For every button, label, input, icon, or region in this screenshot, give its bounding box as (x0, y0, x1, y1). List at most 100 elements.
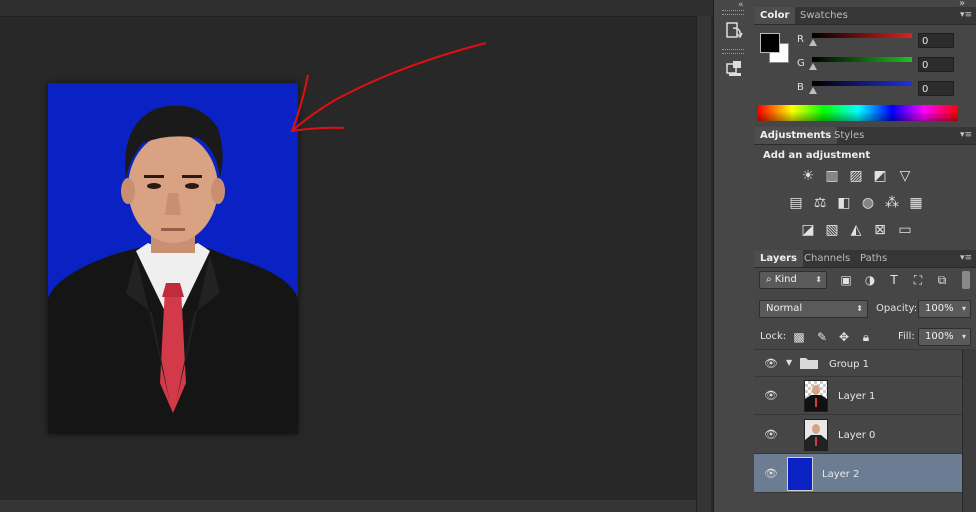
collapse-icon[interactable]: « (738, 0, 744, 10)
lock-image-icon[interactable]: ✎ (813, 329, 831, 345)
smart-object-filter-icon[interactable]: ⧉ (933, 272, 951, 288)
layer-thumbnail (804, 419, 828, 451)
visibility-eye-icon[interactable]: 👁︎ (764, 389, 778, 402)
green-slider-thumb[interactable] (809, 63, 817, 70)
panel-menu-icon[interactable]: ▾≡ (960, 130, 972, 140)
red-label: R (797, 34, 804, 45)
pixel-filter-icon[interactable]: ▣ (837, 272, 855, 288)
green-value-input[interactable]: 0 (918, 57, 954, 72)
blue-label: B (797, 82, 804, 93)
right-panels: » Color Swatches ▾≡ R 0 G 0 B 0 Adjustme… (754, 0, 976, 512)
chevron-updown-icon: ⬍ (815, 275, 822, 284)
layer-row-group-1[interactable]: 👁︎ ▼ Group 1 (754, 349, 962, 377)
curves-icon[interactable]: ▨ (847, 168, 865, 184)
layer-name[interactable]: Group 1 (829, 359, 869, 370)
horizontal-scrollbar[interactable] (0, 500, 696, 512)
threshold-icon[interactable]: ◭ (847, 222, 865, 238)
green-label: G (797, 58, 805, 69)
vibrance-icon[interactable]: ▽ (896, 168, 914, 184)
tab-layers[interactable]: Layers (754, 250, 803, 267)
tab-styles[interactable]: Styles (828, 127, 870, 144)
layer-name[interactable]: Layer 2 (822, 469, 859, 480)
selective-color-icon[interactable]: ⊠ (871, 222, 889, 238)
fill-value: 100% (925, 331, 954, 342)
layer-row-layer-0[interactable]: 👁︎ Layer 0 (754, 415, 962, 454)
lock-label: Lock: (760, 331, 787, 342)
portrait-image (48, 83, 298, 434)
panel-dock-strip: « (713, 0, 755, 512)
visibility-eye-icon[interactable]: 👁︎ (764, 428, 778, 441)
blue-slider-thumb[interactable] (809, 87, 817, 94)
tab-color[interactable]: Color (754, 7, 796, 24)
tab-paths[interactable]: Paths (854, 250, 893, 267)
panel-menu-icon[interactable]: ▾≡ (960, 10, 972, 20)
fill-label: Fill: (898, 331, 915, 342)
triangle-down-icon[interactable]: ▼ (786, 358, 792, 367)
visibility-eye-icon[interactable]: 👁︎ (764, 467, 778, 480)
grip-handle[interactable] (722, 49, 744, 54)
layer-filter-select[interactable]: ⌕ Kind ⬍ (759, 271, 827, 289)
history-icon[interactable] (723, 20, 745, 42)
layer-name[interactable]: Layer 1 (838, 391, 875, 402)
exposure-icon[interactable]: ◩ (871, 168, 889, 184)
type-filter-icon[interactable]: T (885, 272, 903, 288)
document-tab-bar (0, 0, 713, 17)
tab-channels[interactable]: Channels (798, 250, 856, 267)
filter-toggle[interactable] (962, 271, 970, 289)
adjustment-filter-icon[interactable]: ◑ (861, 272, 879, 288)
layers-panel-tabs: Layers Channels Paths ▾≡ (754, 250, 976, 268)
color-lookup-icon[interactable]: ▦ (907, 195, 925, 211)
layer-thumbnail (787, 457, 813, 491)
lock-all-icon[interactable]: 🔒︎ (857, 329, 875, 345)
opacity-input[interactable]: 100% ▾ (918, 300, 971, 318)
layer-row-layer-2[interactable]: 👁︎ Layer 2 (754, 454, 962, 493)
posterize-icon[interactable]: ▧ (823, 222, 841, 238)
chevron-down-icon: ▾ (961, 304, 966, 313)
color-balance-icon[interactable]: ⚖ (811, 195, 829, 211)
tab-adjustments[interactable]: Adjustments (754, 127, 838, 144)
hue-saturation-icon[interactable]: ▤ (787, 195, 805, 211)
black-white-icon[interactable]: ◧ (835, 195, 853, 211)
layer-row-layer-1[interactable]: 👁︎ Layer 1 (754, 376, 962, 415)
tab-swatches[interactable]: Swatches (794, 7, 854, 24)
lock-position-icon[interactable]: ✥ (835, 329, 853, 345)
photo-filter-icon[interactable]: ◍ (859, 195, 877, 211)
vertical-scrollbar[interactable] (696, 16, 711, 512)
gradient-map-icon[interactable]: ▭ (896, 222, 914, 238)
layer-thumbnail (804, 380, 828, 412)
properties-icon[interactable] (723, 58, 745, 80)
levels-icon[interactable]: ▥ (823, 168, 841, 184)
invert-icon[interactable]: ◪ (799, 222, 817, 238)
red-value-input[interactable]: 0 (918, 33, 954, 48)
opacity-label: Opacity: (876, 303, 918, 314)
blue-value-input[interactable]: 0 (918, 81, 954, 96)
search-icon: ⌕ (766, 274, 775, 285)
blend-mode-value: Normal (766, 303, 803, 314)
layer-filter-value: Kind (774, 274, 797, 285)
green-slider[interactable] (812, 57, 912, 62)
red-slider-thumb[interactable] (809, 39, 817, 46)
grip-handle[interactable] (722, 10, 744, 15)
shape-filter-icon[interactable]: ⛶ (909, 272, 927, 288)
chevron-updown-icon: ⬍ (856, 304, 863, 313)
adjustments-panel-tabs: Adjustments Styles ▾≡ (754, 127, 976, 145)
panel-menu-icon[interactable]: ▾≡ (960, 253, 972, 263)
red-slider[interactable] (812, 33, 912, 38)
annotation-arrow (290, 42, 487, 133)
chevron-down-icon: ▾ (961, 332, 966, 341)
lock-transparent-icon[interactable]: ▩ (790, 329, 808, 345)
fill-input[interactable]: 100% ▾ (918, 328, 971, 346)
channel-mixer-icon[interactable]: ⁂ (883, 195, 901, 211)
portrait-photo[interactable] (48, 83, 298, 434)
blue-slider[interactable] (812, 81, 912, 86)
opacity-value: 100% (925, 303, 954, 314)
visibility-eye-icon[interactable]: 👁︎ (764, 357, 778, 370)
foreground-color-swatch[interactable] (760, 33, 780, 53)
layers-scrollbar[interactable] (962, 349, 976, 512)
folder-icon (800, 357, 818, 369)
color-panel-tabs: Color Swatches ▾≡ (754, 7, 976, 25)
layer-name[interactable]: Layer 0 (838, 430, 875, 441)
color-spectrum-ramp[interactable] (758, 105, 958, 121)
blend-mode-select[interactable]: Normal ⬍ (759, 300, 868, 318)
brightness-contrast-icon[interactable]: ☀ (799, 168, 817, 184)
